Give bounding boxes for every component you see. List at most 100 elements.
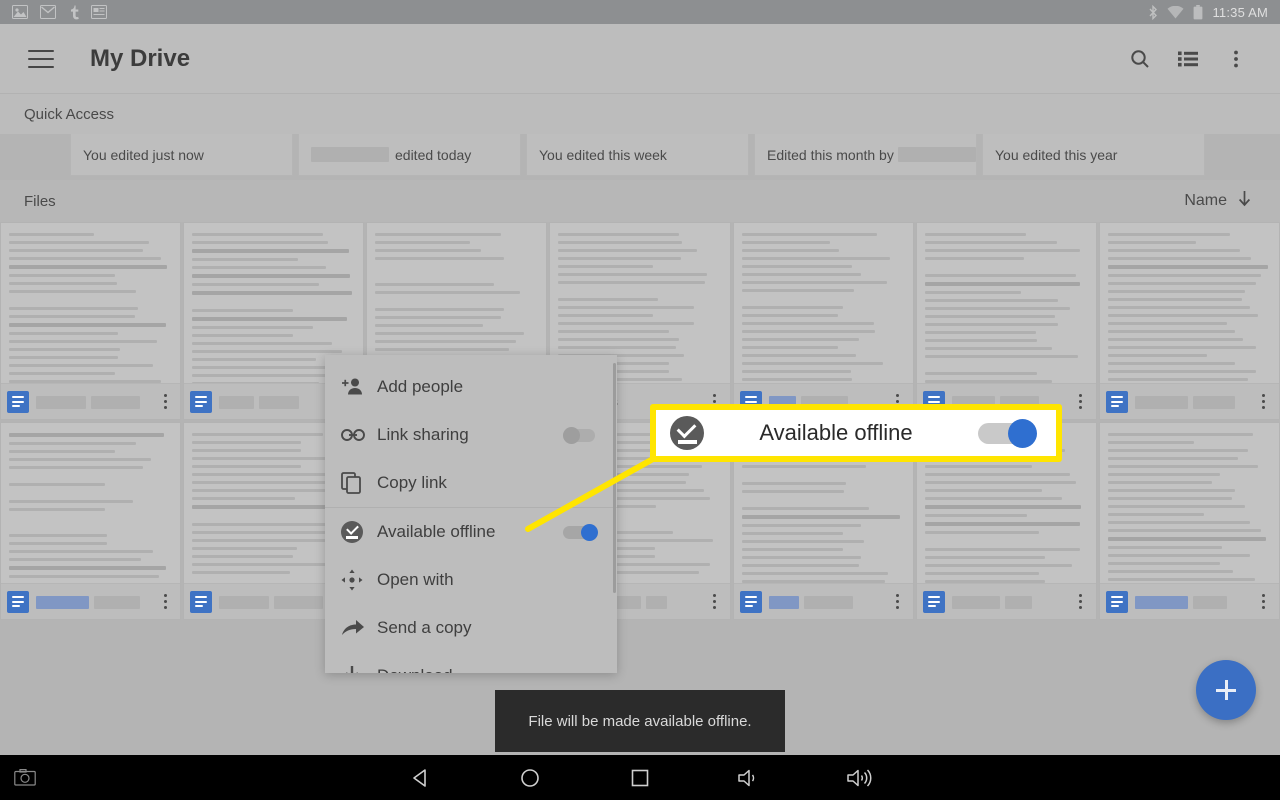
quick-access-card[interactable]: You edited just now	[70, 134, 293, 176]
menu-item-open-with[interactable]: Open with	[325, 556, 617, 604]
file-thumbnail	[1099, 423, 1279, 583]
file-name	[951, 594, 1065, 610]
file-context-menu: Add people Link sharing Copy link Availa…	[325, 355, 617, 673]
file-thumbnail	[733, 223, 913, 383]
tumblr-icon	[68, 5, 79, 20]
gmail-icon	[40, 5, 56, 19]
menu-scrollbar[interactable]	[613, 363, 616, 593]
file-name	[219, 394, 332, 410]
menu-item-label: Download	[377, 666, 601, 673]
menu-item-add-people[interactable]: Add people	[325, 363, 617, 411]
menu-item-link-sharing[interactable]: Link sharing	[325, 411, 617, 459]
quick-access-label: Quick Access	[24, 105, 115, 123]
google-docs-icon	[1105, 390, 1128, 413]
more-vertical-icon[interactable]	[1255, 594, 1273, 609]
add-person-icon	[341, 376, 377, 398]
list-view-icon[interactable]	[1164, 35, 1212, 83]
google-docs-icon	[7, 590, 29, 613]
file-card[interactable]	[915, 222, 1097, 420]
file-card[interactable]	[1098, 222, 1280, 420]
quick-access-row: You edited just now edited today You edi…	[0, 134, 1280, 176]
quick-access-header: Quick Access	[0, 94, 1280, 134]
status-bar-left-icons	[12, 5, 1148, 20]
plus-icon	[1214, 678, 1238, 702]
more-vertical-icon[interactable]	[1072, 594, 1090, 609]
file-card[interactable]	[0, 222, 182, 420]
page-title: My Drive	[90, 44, 191, 72]
download-icon	[341, 665, 377, 673]
menu-item-send-a-copy[interactable]: Send a copy	[325, 604, 617, 652]
more-vertical-icon[interactable]	[706, 594, 724, 609]
file-thumbnail	[1, 223, 181, 383]
files-label: Files	[24, 192, 56, 210]
toast-notification: File will be made available offline.	[495, 690, 785, 752]
sort-label: Name	[1184, 192, 1227, 209]
camera-icon[interactable]	[14, 769, 36, 786]
google-docs-icon	[7, 390, 29, 413]
photos-icon	[12, 5, 28, 19]
google-docs-icon	[1105, 590, 1128, 613]
quick-access-card[interactable]: You edited this year	[982, 134, 1205, 176]
available-offline-toggle[interactable]	[563, 524, 601, 541]
search-icon[interactable]	[1116, 35, 1164, 83]
menu-item-available-offline[interactable]: Available offline	[325, 508, 617, 556]
file-card-footer	[1099, 383, 1279, 419]
more-vertical-icon[interactable]	[1255, 394, 1273, 409]
hamburger-menu-icon[interactable]	[28, 49, 54, 68]
more-vertical-icon[interactable]	[156, 394, 174, 409]
file-thumbnail	[916, 223, 1096, 383]
file-card-footer	[916, 583, 1096, 619]
callout-label: Available offline	[759, 420, 913, 445]
quick-access-card-subtitle: edited today	[395, 146, 472, 163]
file-grid: Fontssit	[0, 222, 1280, 757]
file-name	[1134, 594, 1248, 610]
nav-buttons	[0, 755, 1280, 800]
more-vertical-icon[interactable]	[1212, 35, 1260, 83]
menu-item-label: Available offline	[377, 522, 496, 541]
file-card-footer	[1099, 583, 1279, 619]
file-card[interactable]	[1098, 422, 1280, 620]
menu-item-copy-link[interactable]: Copy link	[325, 459, 617, 507]
quick-access-card-subtitle: Edited this month by	[767, 146, 894, 163]
news-icon	[91, 5, 107, 19]
sort-control[interactable]: Name	[1184, 190, 1252, 212]
file-name	[768, 594, 882, 610]
app-bar: My Drive	[0, 24, 1280, 94]
home-circle-icon[interactable]	[475, 755, 585, 800]
send-arrow-icon	[341, 618, 377, 638]
menu-item-label: Copy link	[377, 473, 447, 492]
status-bar-clock: 11:35 AM	[1212, 4, 1268, 20]
more-vertical-icon[interactable]	[156, 594, 174, 609]
back-triangle-icon[interactable]	[365, 755, 475, 800]
file-thumbnail	[1099, 223, 1279, 383]
google-docs-icon	[922, 590, 945, 613]
menu-item-download[interactable]: Download	[325, 652, 617, 673]
add-new-button[interactable]	[1196, 660, 1256, 720]
more-vertical-icon[interactable]	[889, 594, 907, 609]
status-bar-right-icons: 11:35 AM	[1148, 4, 1268, 20]
file-card-footer	[733, 583, 913, 619]
quick-access-card[interactable]: You edited this week	[526, 134, 749, 176]
toast-message: File will be made available offline.	[528, 712, 752, 730]
quick-access-card[interactable]: edited today	[298, 134, 521, 176]
volume-down-icon[interactable]	[695, 755, 805, 800]
file-name	[36, 594, 149, 610]
menu-item-label: Add people	[377, 377, 464, 396]
file-name	[1134, 394, 1248, 410]
android-navigation-bar	[0, 755, 1280, 800]
file-name	[36, 394, 149, 410]
menu-item-label: Link sharing	[377, 425, 469, 444]
file-card[interactable]	[0, 422, 182, 620]
offline-check-icon	[341, 521, 377, 543]
recents-square-icon[interactable]	[585, 755, 695, 800]
callout-inner: Available offline	[656, 410, 1056, 456]
quick-access-card[interactable]: Edited this month by	[754, 134, 977, 176]
link-sharing-toggle[interactable]	[563, 427, 601, 444]
more-vertical-icon[interactable]	[1072, 394, 1090, 409]
bluetooth-icon	[1148, 4, 1158, 20]
available-offline-toggle-highlighted[interactable]	[978, 419, 1042, 448]
file-card[interactable]	[732, 222, 914, 420]
offline-check-icon	[670, 416, 704, 450]
quick-access-card-subtitle: You edited just now	[83, 146, 204, 163]
volume-up-icon[interactable]	[805, 755, 915, 800]
